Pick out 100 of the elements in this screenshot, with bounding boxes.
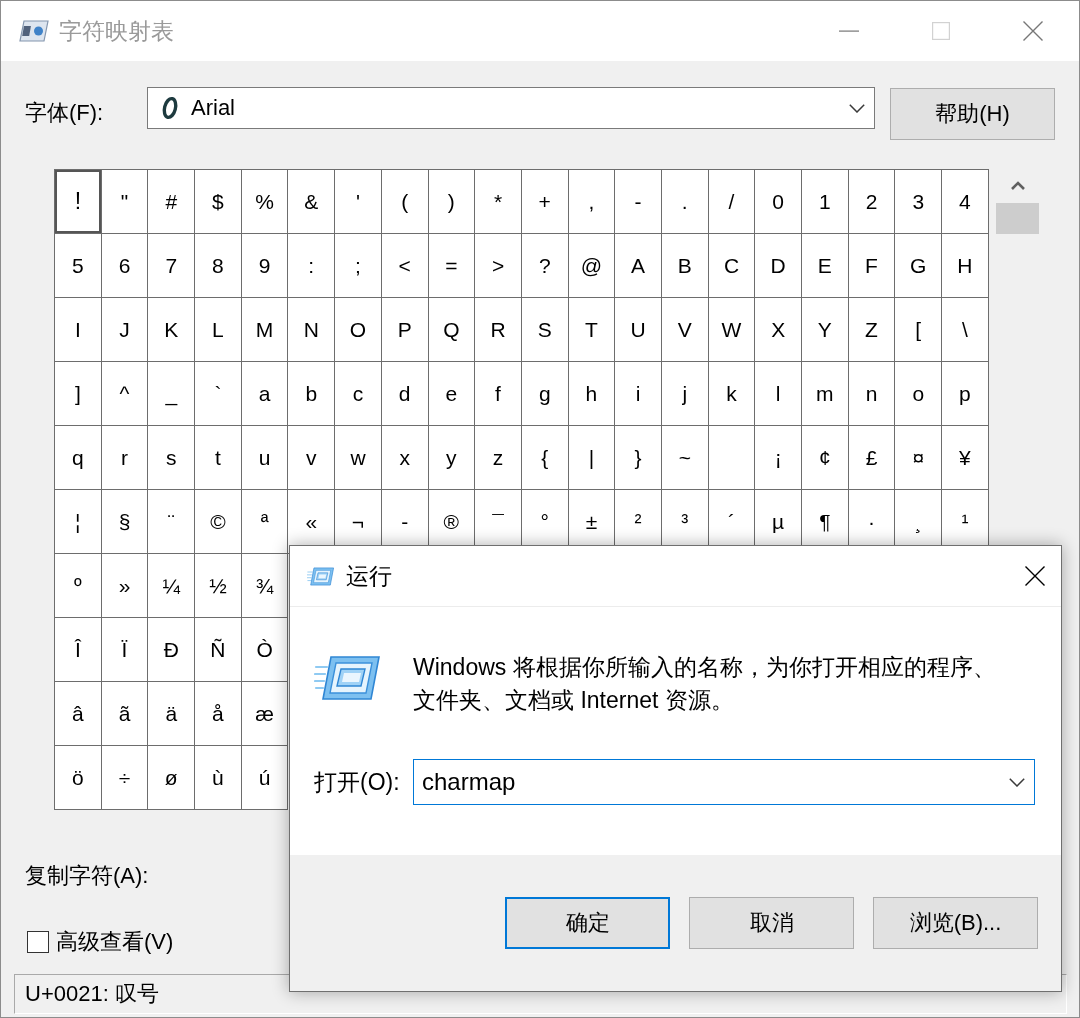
character-cell[interactable]: { bbox=[521, 426, 569, 490]
character-cell[interactable]: ; bbox=[335, 234, 382, 298]
character-cell[interactable]: M bbox=[241, 298, 289, 362]
command-field[interactable]: charmap bbox=[413, 759, 1035, 805]
character-cell[interactable]: 0 bbox=[755, 170, 802, 234]
character-cell[interactable]: C bbox=[708, 234, 756, 298]
character-cell[interactable]: ¥ bbox=[942, 426, 989, 490]
character-cell[interactable]: = bbox=[428, 234, 476, 298]
character-cell[interactable]: ( bbox=[381, 170, 429, 234]
character-cell[interactable]: D bbox=[755, 234, 802, 298]
character-cell[interactable]: ] bbox=[55, 362, 102, 426]
character-cell[interactable]: j bbox=[661, 362, 709, 426]
character-cell[interactable]: * bbox=[475, 170, 522, 234]
character-cell[interactable]: P bbox=[381, 298, 429, 362]
character-cell[interactable]: ' bbox=[335, 170, 382, 234]
character-cell[interactable]: n bbox=[848, 362, 896, 426]
character-cell[interactable]: z bbox=[475, 426, 522, 490]
character-cell[interactable]: § bbox=[101, 490, 149, 554]
character-cell[interactable]: I bbox=[55, 298, 102, 362]
character-cell[interactable]: . bbox=[661, 170, 709, 234]
character-cell[interactable]: ^ bbox=[101, 362, 149, 426]
character-cell[interactable]: E bbox=[802, 234, 849, 298]
character-cell[interactable]: Q bbox=[428, 298, 476, 362]
character-cell[interactable]: ã bbox=[101, 682, 149, 746]
character-cell[interactable]: 7 bbox=[148, 234, 196, 298]
scroll-up-icon[interactable] bbox=[1010, 181, 1025, 190]
character-cell[interactable]: T bbox=[568, 298, 616, 362]
character-cell[interactable]: w bbox=[335, 426, 382, 490]
character-cell[interactable]: / bbox=[708, 170, 756, 234]
character-cell[interactable]: e bbox=[428, 362, 476, 426]
character-cell[interactable]: ¾ bbox=[241, 554, 289, 618]
character-cell[interactable]: q bbox=[55, 426, 102, 490]
chevron-down-icon[interactable] bbox=[849, 103, 865, 113]
character-cell[interactable]: ä bbox=[148, 682, 196, 746]
character-cell[interactable]: K bbox=[148, 298, 196, 362]
character-cell[interactable]: Z bbox=[848, 298, 896, 362]
character-cell[interactable]: © bbox=[195, 490, 242, 554]
character-cell[interactable]: H bbox=[942, 234, 989, 298]
character-cell[interactable]: , bbox=[568, 170, 616, 234]
character-cell[interactable]: ` bbox=[195, 362, 242, 426]
character-cell[interactable]: ¼ bbox=[148, 554, 196, 618]
character-cell[interactable]: _ bbox=[148, 362, 196, 426]
character-cell[interactable]: : bbox=[288, 234, 336, 298]
character-cell[interactable]: a bbox=[241, 362, 289, 426]
character-cell[interactable]: J bbox=[101, 298, 149, 362]
character-cell[interactable]: r bbox=[101, 426, 149, 490]
character-cell[interactable]: R bbox=[475, 298, 522, 362]
character-cell[interactable]: Ñ bbox=[195, 618, 242, 682]
character-cell[interactable]: ¡ bbox=[755, 426, 802, 490]
character-cell[interactable]: ø bbox=[148, 746, 196, 810]
character-cell[interactable]: < bbox=[381, 234, 429, 298]
character-cell[interactable]: @ bbox=[568, 234, 616, 298]
character-cell[interactable]: b bbox=[288, 362, 336, 426]
character-cell[interactable]: N bbox=[288, 298, 336, 362]
character-cell[interactable]: Y bbox=[802, 298, 849, 362]
character-cell[interactable]: A bbox=[615, 234, 662, 298]
character-cell[interactable]: ª bbox=[241, 490, 289, 554]
character-cell[interactable]: s bbox=[148, 426, 196, 490]
character-cell[interactable]: æ bbox=[241, 682, 289, 746]
character-cell[interactable]: ? bbox=[521, 234, 569, 298]
character-cell[interactable]: o bbox=[895, 362, 943, 426]
character-cell[interactable]: ¨ bbox=[148, 490, 196, 554]
character-cell[interactable]: G bbox=[895, 234, 943, 298]
checkbox-label[interactable]: 高级查看(V) bbox=[56, 928, 174, 956]
character-cell[interactable]: ¦ bbox=[55, 490, 102, 554]
character-cell[interactable]: m bbox=[802, 362, 849, 426]
character-cell[interactable]: 2 bbox=[848, 170, 896, 234]
character-cell[interactable]: 4 bbox=[942, 170, 989, 234]
character-cell[interactable]: ~ bbox=[661, 426, 709, 490]
character-cell[interactable]: \ bbox=[942, 298, 989, 362]
character-cell[interactable]: # bbox=[148, 170, 196, 234]
character-cell[interactable]: 3 bbox=[895, 170, 943, 234]
close-icon[interactable] bbox=[1025, 566, 1045, 586]
character-cell[interactable]: Ò bbox=[241, 618, 289, 682]
character-cell[interactable]: k bbox=[708, 362, 756, 426]
character-cell[interactable]: ÷ bbox=[101, 746, 149, 810]
character-cell[interactable]: â bbox=[55, 682, 102, 746]
character-cell[interactable]: ù bbox=[195, 746, 242, 810]
character-cell[interactable]: } bbox=[615, 426, 662, 490]
character-cell[interactable]: V bbox=[661, 298, 709, 362]
character-cell[interactable]: v bbox=[288, 426, 336, 490]
help-button[interactable]: 帮助(H) bbox=[890, 88, 1055, 140]
character-cell[interactable]: Î bbox=[55, 618, 102, 682]
character-cell[interactable]: % bbox=[241, 170, 289, 234]
scrollbar-thumb[interactable] bbox=[996, 203, 1039, 234]
font-dropdown[interactable]: Arial bbox=[147, 87, 875, 129]
character-cell[interactable]: d bbox=[381, 362, 429, 426]
character-cell[interactable]: £ bbox=[848, 426, 896, 490]
character-cell[interactable]: t bbox=[195, 426, 242, 490]
character-cell[interactable]: ½ bbox=[195, 554, 242, 618]
character-cell[interactable]: p bbox=[942, 362, 989, 426]
character-cell[interactable]: l bbox=[755, 362, 802, 426]
character-cell[interactable]: ¤ bbox=[895, 426, 943, 490]
character-cell[interactable]: º bbox=[55, 554, 102, 618]
character-cell[interactable]: 5 bbox=[55, 234, 102, 298]
character-cell[interactable]: 8 bbox=[195, 234, 242, 298]
character-cell[interactable]: u bbox=[241, 426, 289, 490]
character-cell[interactable]: S bbox=[521, 298, 569, 362]
character-cell[interactable] bbox=[708, 426, 756, 490]
character-cell[interactable]: > bbox=[475, 234, 522, 298]
